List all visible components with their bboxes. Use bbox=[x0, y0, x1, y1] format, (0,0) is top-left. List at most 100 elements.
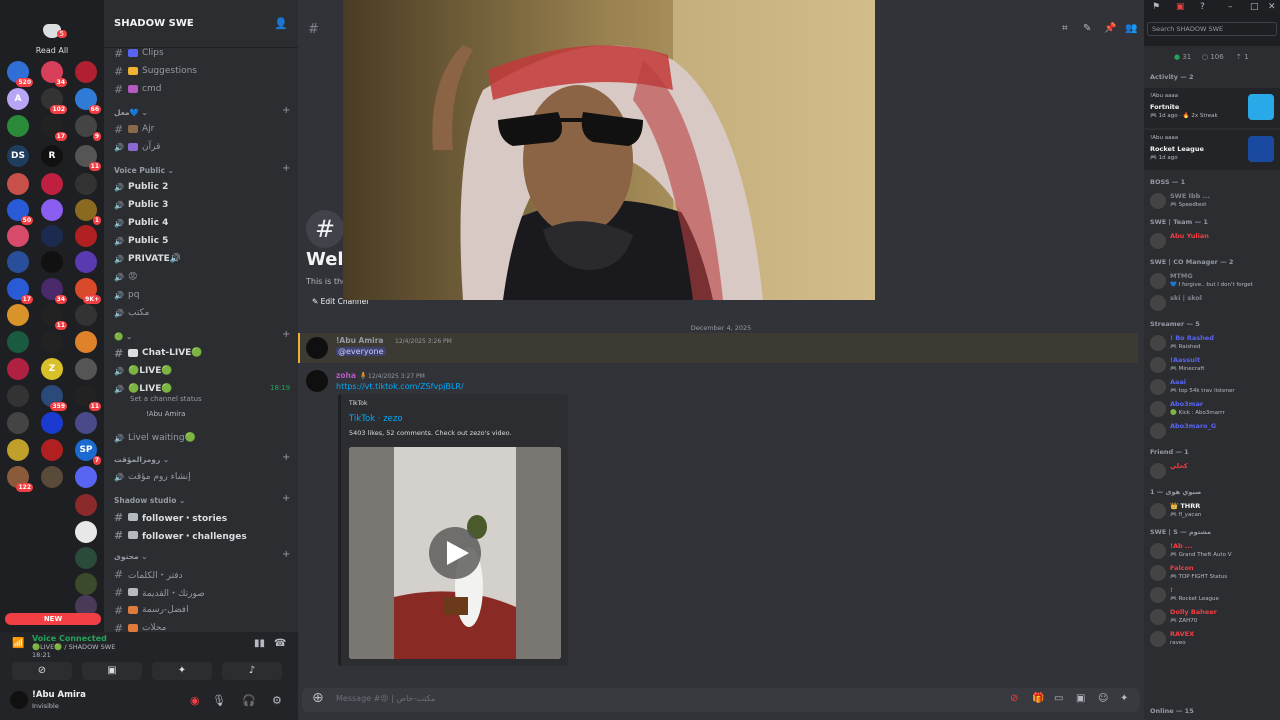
channel-item[interactable]: 🔊 Public 5 bbox=[114, 233, 168, 249]
server-icon[interactable] bbox=[7, 412, 29, 434]
server-icon[interactable] bbox=[75, 331, 97, 353]
server-icon[interactable]: 66 bbox=[75, 88, 101, 114]
channel-item[interactable]: 🔊 Public 3 bbox=[114, 197, 168, 213]
member-row[interactable]: MTMG 💙 I forgive.. but I don't forget bbox=[1148, 270, 1276, 294]
channel-item[interactable]: 🔊 مكتب bbox=[114, 305, 149, 321]
add-attachment-icon[interactable]: ⊕ bbox=[312, 690, 324, 706]
server-icon[interactable] bbox=[41, 331, 63, 353]
server-icon[interactable] bbox=[7, 331, 29, 353]
message-author[interactable]: !Abu Amira bbox=[336, 336, 384, 345]
member-row[interactable]: Falcon 🎮 TOP FIGHT Status bbox=[1148, 562, 1276, 586]
member-row[interactable]: ! Bo Rashed 🎮 Raished bbox=[1148, 332, 1276, 356]
everyone-mention[interactable]: @everyone bbox=[336, 347, 386, 356]
sticker-icon[interactable]: ▣ bbox=[1076, 693, 1085, 704]
server-icon[interactable]: 17 bbox=[41, 115, 67, 141]
home-button[interactable]: 5 Read All bbox=[30, 24, 74, 55]
member-row[interactable]: Dolly Baheer 🎮 ZAH70 bbox=[1148, 606, 1276, 630]
close-icon[interactable]: ✕ bbox=[1268, 2, 1276, 12]
channel-item[interactable]: 🔊 Public 2 bbox=[114, 179, 168, 195]
create-channel-plus-icon[interactable]: + bbox=[282, 163, 290, 174]
activity-card[interactable]: !Abu aaaa Fortnite 🎮 1d ago · 🔥 2x Streak bbox=[1144, 88, 1280, 128]
server-icon[interactable] bbox=[41, 412, 63, 434]
server-icon[interactable]: 520 bbox=[7, 61, 33, 87]
server-icon[interactable] bbox=[7, 358, 29, 380]
member-row[interactable]: !Ab ... 🎮 Grand Theft Auto V bbox=[1148, 540, 1276, 564]
server-icon[interactable] bbox=[75, 61, 97, 83]
server-icon[interactable] bbox=[75, 304, 97, 326]
server-icon[interactable] bbox=[7, 173, 29, 195]
member-row[interactable]: Abo3maro_G bbox=[1148, 420, 1276, 444]
headphones-icon[interactable]: 🎧 bbox=[242, 694, 256, 707]
camera-off-icon[interactable]: ◉ bbox=[190, 694, 200, 707]
server-icon[interactable]: 11 bbox=[41, 304, 67, 330]
message-author[interactable]: zoha 🧍 bbox=[336, 371, 368, 380]
notification-bell-icon[interactable]: ✎ bbox=[1083, 23, 1091, 34]
server-icon[interactable]: 9K+ bbox=[75, 278, 101, 304]
channel-status[interactable]: Set a channel status bbox=[130, 395, 202, 403]
channel-item[interactable]: # دفتر・الكلمات bbox=[114, 566, 183, 582]
channel-item[interactable]: # follower・challenges bbox=[114, 527, 247, 543]
server-icon[interactable] bbox=[75, 412, 97, 434]
channel-item[interactable]: # Suggestions bbox=[114, 63, 197, 79]
member-row[interactable]: ski | skol bbox=[1148, 292, 1276, 316]
channel-item[interactable]: # cmd bbox=[114, 81, 161, 97]
channel-item[interactable]: # Ajr bbox=[114, 121, 154, 137]
server-icon[interactable]: 34 bbox=[41, 278, 67, 304]
member-row[interactable]: RAVEX raveo bbox=[1148, 628, 1276, 652]
server-icon[interactable] bbox=[75, 573, 97, 595]
minimize-icon[interactable]: – bbox=[1228, 2, 1233, 12]
gift-icon[interactable]: ⊘ bbox=[1010, 693, 1018, 704]
threads-icon[interactable]: ⌗ bbox=[1062, 23, 1068, 34]
channel-item[interactable]: # Chat-LIVE🟢 bbox=[114, 345, 203, 361]
server-icon[interactable] bbox=[41, 466, 63, 488]
create-channel-plus-icon[interactable]: + bbox=[282, 493, 290, 504]
channel-category[interactable]: 🟢 ⌄ bbox=[114, 332, 132, 341]
create-channel-plus-icon[interactable]: + bbox=[282, 329, 290, 340]
message-avatar[interactable] bbox=[306, 370, 328, 392]
voice-connected-label[interactable]: Voice Connected bbox=[32, 634, 107, 643]
server-icon[interactable]: 17 bbox=[7, 278, 33, 304]
noise-suppression-icon[interactable]: ▮▮ bbox=[254, 638, 265, 649]
invite-icon[interactable]: 👤 bbox=[274, 17, 288, 30]
voice-member[interactable]: !Abu Amira bbox=[146, 410, 185, 418]
server-icon[interactable] bbox=[75, 466, 97, 488]
microphone-icon[interactable]: 🎙 bbox=[212, 694, 226, 707]
server-icon[interactable] bbox=[7, 304, 29, 326]
member-row[interactable]: Abo3mar 🟢 Kick : Abo3marrr bbox=[1148, 398, 1276, 422]
gift-box-icon[interactable]: 🎁 bbox=[1032, 693, 1044, 704]
server-icon[interactable] bbox=[41, 439, 63, 461]
member-list-icon[interactable]: 👥 bbox=[1125, 23, 1137, 34]
server-icon[interactable] bbox=[7, 251, 29, 273]
channel-item[interactable]: 🔊 قرآن bbox=[114, 139, 160, 155]
channel-item[interactable]: 🔊 😡 bbox=[114, 269, 137, 285]
activities-button[interactable]: ✦ bbox=[152, 662, 212, 680]
server-icon[interactable] bbox=[75, 358, 97, 380]
channel-item[interactable]: # follower・stories bbox=[114, 509, 227, 525]
member-row[interactable]: Aaai 🎮 top 54k trav listener bbox=[1148, 376, 1276, 400]
voice-channel-label[interactable]: 🟢LIVE🟢 / SHADOW SWE bbox=[32, 643, 115, 651]
message-link[interactable]: https://vt.tiktok.com/ZSfvpjBLR/ bbox=[336, 382, 464, 391]
server-icon[interactable] bbox=[7, 115, 29, 137]
gear-icon[interactable]: ⚙ bbox=[272, 694, 282, 707]
server-icon[interactable]: Z bbox=[41, 358, 63, 380]
screen-share-button[interactable]: ▣ bbox=[82, 662, 142, 680]
channel-item[interactable]: 🔊 PRIVATE🔊 bbox=[114, 251, 181, 267]
search-input[interactable]: Search SHADOW SWE bbox=[1147, 22, 1277, 36]
guild-header[interactable]: SHADOW SWE ▾ 👤 bbox=[104, 0, 298, 48]
message-avatar[interactable] bbox=[306, 337, 328, 359]
channel-item[interactable]: 🔊 🟢LIVE🟢 bbox=[114, 363, 173, 379]
gif-icon[interactable]: ▭ bbox=[1054, 693, 1063, 704]
video-off-button[interactable]: ⊘ bbox=[12, 662, 72, 680]
disconnect-icon[interactable]: ☎ bbox=[274, 638, 286, 649]
channel-item[interactable]: 🔊 إنشاء روم مؤقت bbox=[114, 469, 191, 485]
soundboard-button[interactable]: ♪ bbox=[222, 662, 282, 680]
channel-item[interactable]: 🔊 Livel waiting🟢 bbox=[114, 430, 196, 446]
member-row[interactable]: !Aassuit 🎮 Minecraft bbox=[1148, 354, 1276, 378]
server-icon[interactable] bbox=[7, 225, 29, 247]
server-icon[interactable]: R bbox=[41, 145, 63, 167]
server-icon[interactable]: 1 bbox=[75, 199, 101, 225]
server-icon[interactable]: 34 bbox=[41, 61, 67, 87]
pin-icon[interactable]: 📌 bbox=[1104, 23, 1116, 34]
channel-item[interactable]: # محلات bbox=[114, 620, 166, 632]
channel-item[interactable]: # افضل-رسمة bbox=[114, 602, 189, 618]
